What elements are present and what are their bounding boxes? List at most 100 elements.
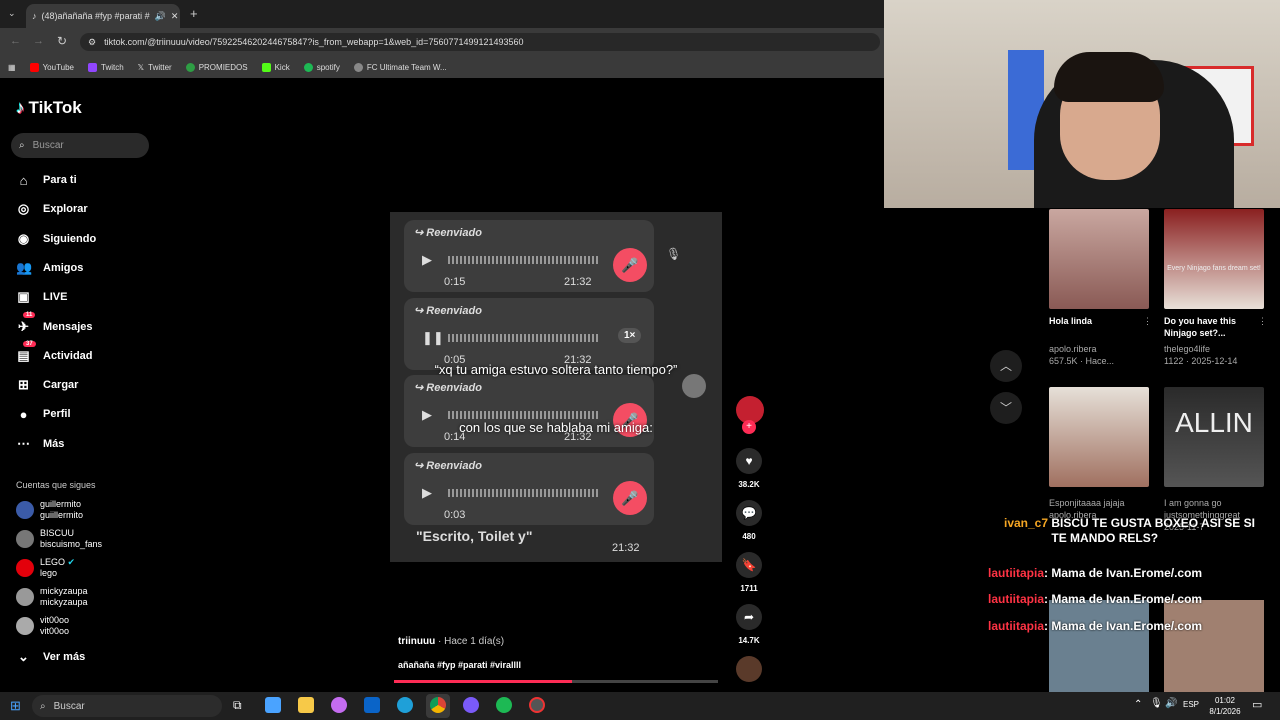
bookmark-fc-ultimate-team[interactable]: FC Ultimate Team W... (353, 62, 447, 72)
tab-close-icon[interactable]: ✕ (171, 11, 179, 22)
author-avatar[interactable]: + (736, 396, 764, 434)
nav-item-cargar[interactable]: ⊞ Cargar (16, 374, 78, 396)
browser-tab-bar: ⌄ ♪ (48)añañaña #fyp #parati # 🔊 ✕ + (0, 0, 884, 28)
recommended-video-card[interactable]: Every Ninjago fans dream set! Do you have… (1164, 209, 1270, 367)
recommended-video-card[interactable]: Hola linda apolo.ribera 657.5K · Hace... ⋮ (1049, 209, 1155, 367)
copilot-icon[interactable] (331, 697, 347, 713)
discord-icon[interactable] (463, 697, 479, 713)
new-tab-plus-icon[interactable]: + (190, 6, 198, 21)
comment-icon: 💬 (736, 500, 762, 526)
recommended-video-card[interactable]: ALLIN I am gonna go justsomethinggreat 2025… (1164, 387, 1270, 533)
follow-plus-icon[interactable]: + (742, 420, 756, 434)
address-bar[interactable]: ⚙ tiktok.com/@triinuuu/video/75922546202… (80, 33, 880, 51)
following-account[interactable]: vit00oo vit00oo (16, 615, 69, 637)
like-button[interactable]: ♥ 38.2K (736, 448, 762, 489)
nav-item-perfil[interactable]: ● Perfil (16, 403, 71, 425)
nav-item-live[interactable]: ▣ LIVE (16, 286, 67, 308)
avatar (16, 617, 34, 635)
language-indicator[interactable]: ESP (1183, 700, 1199, 709)
outlook-icon[interactable] (364, 697, 380, 713)
spotify-icon[interactable] (496, 697, 512, 713)
video-caption-question: “xq tu amiga estuvo soltera tanto tiempo… (434, 362, 678, 377)
verified-icon: ✔ (67, 557, 76, 567)
compass-icon: ◎ (17, 201, 30, 217)
x-icon: 𝕏 (137, 62, 145, 72)
store-icon[interactable] (265, 697, 281, 713)
video-thumbnail[interactable] (1049, 387, 1149, 487)
recommended-video-card[interactable]: Esponjitaaaa jajaja apolo.ribera (1049, 387, 1155, 521)
next-video-button[interactable]: ﹀ (990, 392, 1022, 424)
more-options-icon[interactable]: ⋮ (1143, 315, 1152, 327)
search-input[interactable]: ⌕ Buscar (11, 133, 149, 158)
kick-icon (261, 62, 271, 72)
video-thumbnail[interactable]: Every Ninjago fans dream set! (1164, 209, 1264, 309)
nav-item-label: Cargar (43, 379, 79, 392)
video-thumbnail[interactable] (1049, 209, 1149, 309)
video-progress-bar[interactable] (394, 680, 718, 683)
audio-waveform (448, 488, 598, 497)
site-info-icon[interactable]: ⚙ (88, 37, 96, 48)
bookmark-spotify[interactable]: spotify (303, 62, 340, 72)
chat-username: lautiitapia (988, 566, 1045, 580)
following-account[interactable]: guillermito guiillermito (16, 499, 83, 521)
music-disc-icon[interactable] (736, 656, 762, 682)
microphone-icon[interactable]: 🎙 (1150, 698, 1163, 709)
nav-item-actividad[interactable]: ▤ 37 Actividad (16, 340, 93, 367)
nav-item-explorar[interactable]: ◎ Explorar (16, 198, 88, 220)
edge-icon[interactable] (397, 697, 413, 713)
following-account[interactable]: mickyzaupa mickyzaupa (16, 586, 88, 608)
video-player[interactable]: ↪ Reenviado ▶ 0:15 21:32 🎤 ↪ Reenviado ❚❚ 0:05 2… (390, 212, 722, 562)
nav-item-para-ti[interactable]: ⌂ Para ti (16, 169, 77, 191)
bookmark-youtube[interactable]: YouTube (29, 62, 74, 72)
windows-start-icon[interactable]: ⊞ (10, 698, 21, 714)
playback-speed: 1× (618, 327, 642, 343)
notifications-icon[interactable]: ▭ (1252, 698, 1262, 711)
video-thumbnail[interactable] (1049, 600, 1149, 692)
apps-grid-icon[interactable]: ▦ (8, 63, 16, 72)
more-options-icon[interactable]: ⋮ (1258, 315, 1267, 327)
reload-icon[interactable]: ↻ (57, 34, 67, 48)
microphone-icon: 🎤 (613, 248, 647, 282)
nav-item-amigos[interactable]: 👥 Amigos (16, 257, 83, 279)
file-explorer-icon[interactable] (298, 697, 314, 713)
back-arrow-icon[interactable]: ← (10, 35, 21, 47)
video-author-line[interactable]: triinuuu · Hace 1 día(s) (398, 636, 504, 647)
previous-video-button[interactable]: ︿ (990, 350, 1022, 382)
friends-icon: 👥 (16, 259, 33, 275)
comment-button[interactable]: 💬 480 (736, 500, 762, 541)
volume-icon[interactable]: 🔊 (1165, 698, 1177, 709)
bookmark-twitter[interactable]: 𝕏 Twitter (138, 63, 172, 72)
save-button[interactable]: 🔖 1711 (736, 552, 762, 593)
tiktok-logo[interactable]: ♪ TikTok (16, 98, 82, 118)
bookmark-kick[interactable]: Kick (261, 62, 290, 72)
chat-message: lautiitapia: Mama de Ivan.Erome/.com (988, 619, 1203, 633)
task-view-icon[interactable]: ⧉ (233, 698, 242, 713)
chrome-icon[interactable] (430, 697, 446, 713)
search-icon: ⌕ (40, 700, 46, 712)
clock[interactable]: 01:02 8/1/2026 (1205, 695, 1245, 717)
address-url: tiktok.com/@triinuuu/video/7592254620244… (104, 37, 524, 47)
following-account[interactable]: BISCUU biscuismo_fans (16, 528, 102, 550)
nav-item-más[interactable]: ⋯ Más (16, 433, 64, 455)
tray-chevron-icon[interactable]: ⌃ (1134, 699, 1142, 710)
following-account[interactable]: LEGO ✔ lego (16, 557, 75, 579)
nav-item-siguiendo[interactable]: ◉ Siguiendo (16, 228, 96, 250)
video-description: añañaña #fyp #parati #virallll (398, 660, 522, 670)
obs-icon[interactable] (529, 697, 545, 713)
browser-tab[interactable]: ♪ (48)añañaña #fyp #parati # 🔊 ✕ (26, 4, 180, 28)
video-thumbnail[interactable]: ALLIN (1164, 387, 1264, 487)
forward-icon: ↪ (414, 382, 424, 394)
forward-arrow-icon[interactable]: → (33, 35, 44, 47)
bookmark-promiedos[interactable]: PROMIEDOS (185, 62, 248, 72)
tab-list-chevron-icon[interactable]: ⌄ (8, 8, 16, 19)
taskbar-search[interactable]: ⌕ Buscar (32, 695, 222, 717)
share-button[interactable]: ➦ 14.7K (736, 604, 762, 645)
tab-audio-icon[interactable]: 🔊 (155, 11, 166, 22)
video-thumbnail[interactable] (1164, 600, 1264, 692)
nav-item-label: Explorar (43, 203, 88, 216)
play-icon: ▶ (422, 484, 432, 500)
bookmark-twitch[interactable]: Twitch (88, 62, 124, 72)
nav-item-mensajes[interactable]: ✈ 11 Mensajes (16, 311, 93, 338)
see-more-button[interactable]: ⌄ Ver más (16, 646, 85, 668)
voice-message: ↪ Reenviado ▶ 0:14 21:32 🎤 (404, 375, 654, 447)
